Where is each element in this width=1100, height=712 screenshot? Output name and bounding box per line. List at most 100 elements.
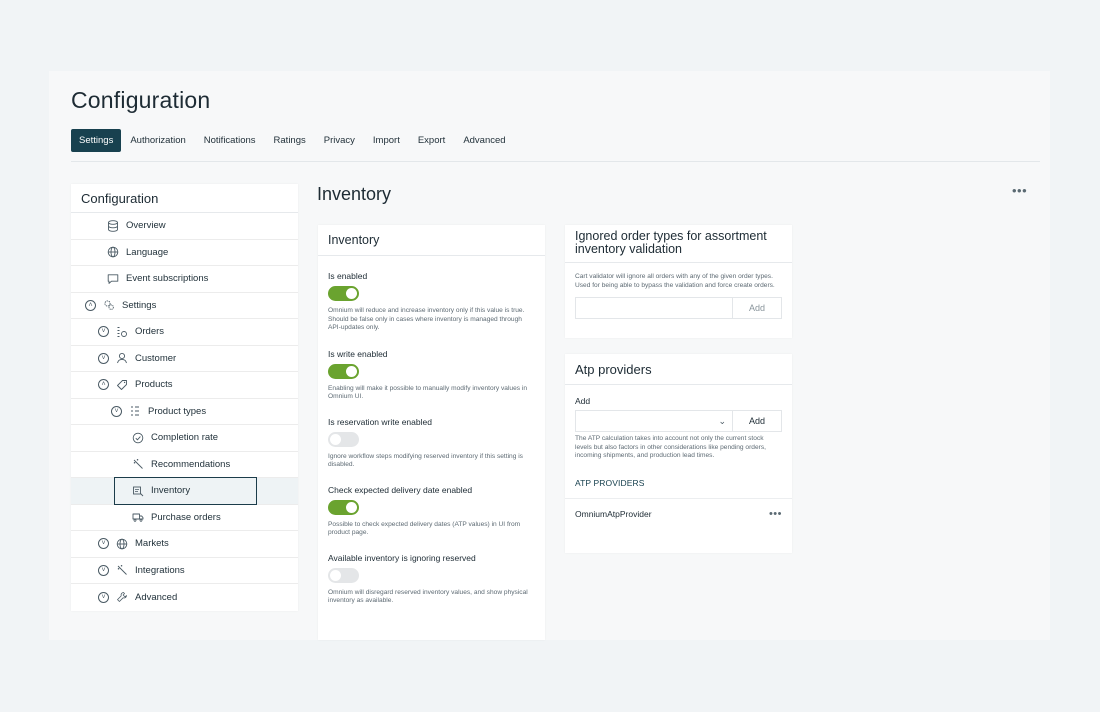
sidebar-item-products[interactable]: ˄ Products	[71, 372, 298, 399]
chevron-down-icon[interactable]: ˅	[111, 405, 122, 417]
tag-icon	[116, 379, 128, 391]
ignored-order-types-title: Ignored order types for assortment inven…	[565, 225, 792, 263]
is-enabled-help: Omnium will reduce and increase inventor…	[328, 307, 525, 331]
truck-icon	[132, 511, 144, 523]
tab-ratings[interactable]: Ratings	[265, 129, 315, 152]
tab-privacy[interactable]: Privacy	[315, 129, 364, 152]
atp-add-label: Add	[575, 396, 591, 406]
atp-add-row: ⌄ Add	[575, 410, 782, 432]
chevron-down-icon[interactable]: ˅	[98, 538, 109, 550]
orders-icon	[116, 326, 128, 338]
database-icon	[107, 220, 119, 232]
tab-advanced[interactable]: Advanced	[454, 129, 514, 152]
is-write-enabled-label: Is write enabled	[328, 348, 388, 359]
ignored-order-types-input[interactable]	[576, 298, 732, 318]
sidebar-item-product-types[interactable]: ˅ Product types	[71, 399, 298, 425]
inventory-card: Inventory Is enabled Omnium will reduce …	[318, 225, 545, 640]
tab-bar: Settings Authorization Notifications Rat…	[71, 129, 515, 152]
atp-providers-title: Atp providers	[565, 354, 792, 385]
sidebar-item-integrations[interactable]: ˅ Integrations	[71, 558, 298, 584]
is-write-enabled-help: Enabling will make it possible to manual…	[328, 384, 528, 401]
tab-settings[interactable]: Settings	[71, 129, 122, 152]
sidebar-item-label: Products	[135, 379, 173, 391]
chevron-up-icon[interactable]: ˄	[85, 299, 96, 311]
sidebar-title: Configuration	[71, 184, 298, 213]
check-delivery-date-toggle[interactable]	[328, 499, 359, 515]
user-icon	[116, 352, 128, 364]
sidebar-item-customer[interactable]: ˅ Customer	[71, 346, 298, 372]
chevron-down-icon: ⌄	[718, 415, 726, 426]
sidebar-item-recommendations[interactable]: Recommendations	[71, 452, 298, 478]
ignored-order-types-card: Ignored order types for assortment inven…	[565, 225, 792, 338]
atp-help: The ATP calculation takes into account n…	[575, 435, 766, 459]
atp-providers-section-title: ATP PROVIDERS	[575, 477, 645, 488]
sidebar-item-label: Recommendations	[151, 458, 231, 470]
is-enabled-label: Is enabled	[328, 271, 368, 281]
sidebar-item-inventory[interactable]: Inventory	[71, 477, 298, 505]
chevron-down-icon[interactable]: ˅	[98, 564, 109, 576]
sidebar-item-label: Integrations	[135, 564, 185, 576]
globe-icon	[107, 246, 119, 258]
chevron-down-icon[interactable]: ˅	[98, 326, 109, 338]
globe-icon	[116, 538, 128, 550]
list-icon	[129, 405, 141, 417]
sidebar-item-overview[interactable]: Overview	[71, 213, 298, 240]
sidebar-item-label: Event subscriptions	[126, 273, 209, 285]
more-options-icon[interactable]: •••	[769, 508, 782, 520]
chevron-down-icon[interactable]: ˅	[98, 591, 109, 603]
list-item[interactable]: OmniumAtpProvider •••	[565, 497, 792, 530]
ignored-order-types-input-row: Add	[575, 297, 782, 319]
atp-providers-card: Atp providers Add ⌄ Add The ATP calculat…	[565, 354, 792, 553]
toggle-knob	[330, 569, 341, 581]
tab-import[interactable]: Import	[364, 129, 409, 152]
sidebar-item-label: Product types	[148, 405, 207, 417]
sidebar-item-orders[interactable]: ˅ Orders	[71, 319, 298, 346]
sidebar-item-label: Inventory	[151, 485, 191, 497]
atp-add-button[interactable]: Add	[732, 411, 781, 431]
reservation-write-toggle[interactable]	[328, 431, 359, 447]
atp-provider-name: OmniumAtpProvider	[575, 509, 652, 519]
toggle-knob	[330, 433, 341, 445]
reservation-write-label: Is reservation write enabled	[328, 416, 432, 427]
sidebar-item-label: Overview	[126, 220, 166, 232]
gears-icon	[103, 299, 115, 311]
chevron-down-icon[interactable]: ˅	[98, 352, 109, 364]
ignored-order-types-add-button[interactable]: Add	[732, 298, 781, 318]
config-sidebar: Configuration Overview Language Event su…	[71, 184, 298, 611]
check-circle-icon	[132, 432, 144, 444]
inventory-icon	[132, 485, 144, 497]
tab-notifications[interactable]: Notifications	[195, 129, 265, 152]
reservation-write-help: Ignore workflow steps modifying reserved…	[328, 452, 523, 469]
sidebar-item-event-subscriptions[interactable]: Event subscriptions	[71, 266, 298, 293]
toggle-knob	[346, 365, 357, 377]
page-title: Configuration	[71, 87, 211, 113]
sidebar-item-label: Advanced	[135, 591, 178, 603]
check-delivery-date-help: Possible to check expected delivery date…	[328, 520, 521, 537]
sidebar-item-advanced[interactable]: ˅ Advanced	[71, 584, 298, 611]
ignoring-reserved-toggle[interactable]	[328, 567, 359, 583]
tab-authorization[interactable]: Authorization	[121, 129, 194, 152]
sidebar-item-settings[interactable]: ˄ Settings	[71, 293, 298, 319]
sidebar-item-label: Orders	[135, 326, 165, 338]
chevron-up-icon[interactable]: ˄	[98, 379, 109, 391]
sidebar-item-language[interactable]: Language	[71, 240, 298, 266]
plug-icon	[116, 564, 128, 576]
sidebar-item-completion-rate[interactable]: Completion rate	[71, 425, 298, 452]
is-write-enabled-toggle[interactable]	[328, 363, 359, 379]
ignored-order-types-help: Cart validator will ignore all orders wi…	[575, 273, 775, 289]
tab-export[interactable]: Export	[409, 129, 454, 152]
atp-provider-select[interactable]: ⌄	[576, 411, 732, 431]
is-enabled-toggle[interactable]	[328, 286, 359, 301]
sidebar-item-markets[interactable]: ˅ Markets	[71, 531, 298, 558]
toggle-knob	[346, 501, 357, 513]
sidebar-item-purchase-orders[interactable]: Purchase orders	[71, 505, 298, 531]
ignoring-reserved-label: Available inventory is ignoring reserved	[328, 552, 476, 563]
wrench-icon	[116, 591, 128, 603]
page: Configuration Settings Authorization Not…	[49, 71, 1050, 640]
wand-icon	[132, 458, 144, 470]
toggle-knob	[346, 288, 357, 299]
more-options-icon[interactable]: •••	[1012, 183, 1027, 198]
sidebar-item-label: Completion rate	[151, 432, 219, 444]
sidebar-item-label: Language	[126, 246, 169, 258]
inventory-card-title: Inventory	[318, 225, 545, 256]
